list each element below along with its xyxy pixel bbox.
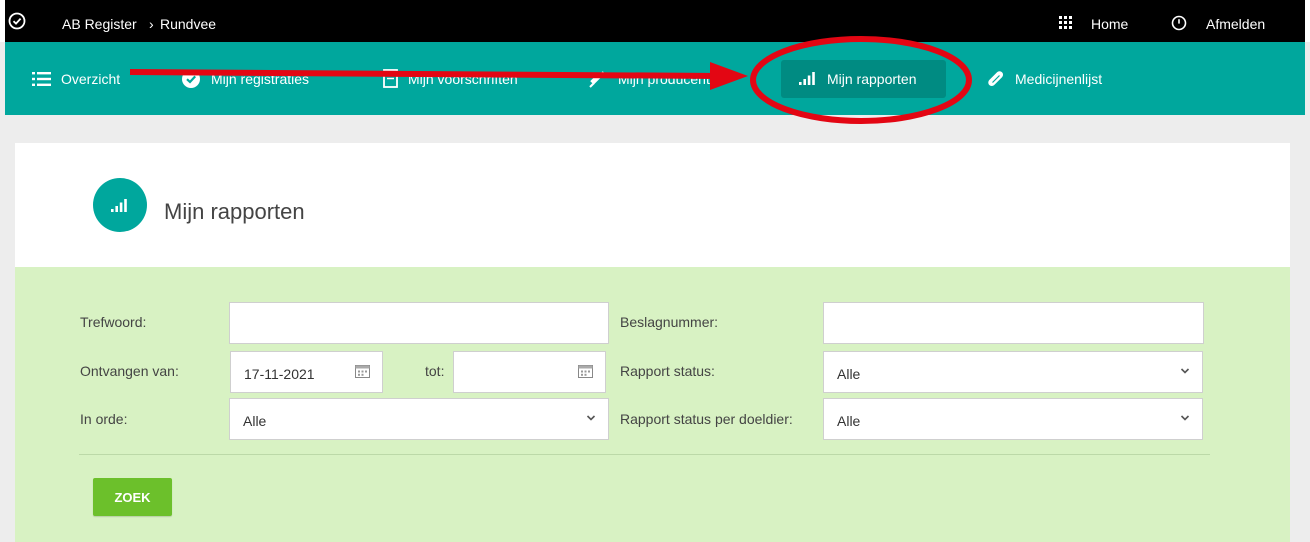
nav-item-medicijnenlijst[interactable]: Medicijnenlijst — [987, 42, 1102, 115]
tot-date-input[interactable] — [453, 351, 606, 393]
power-icon[interactable] — [1171, 15, 1187, 36]
pill-icon — [987, 70, 1005, 88]
form-divider — [79, 454, 1210, 455]
search-button[interactable]: ZOEK — [93, 478, 172, 516]
chevron-down-icon — [586, 410, 596, 429]
in-orde-label: In orde: — [80, 411, 128, 427]
list-icon — [32, 71, 51, 86]
rapport-status-select[interactable]: Alle — [823, 351, 1203, 393]
rapport-status-doeldier-select[interactable]: Alle — [823, 398, 1203, 440]
rapport-status-doeldier-value: Alle — [837, 413, 861, 429]
chevron-down-icon — [1180, 410, 1190, 429]
beslagnummer-input[interactable] — [823, 302, 1204, 344]
ontvangen-van-date-input[interactable]: 17-11-2021 — [230, 351, 383, 393]
nav-item-label: Medicijnenlijst — [1015, 70, 1103, 87]
breadcrumb-separator: › — [149, 16, 154, 32]
calendar-icon[interactable] — [578, 364, 593, 381]
nav-item-overzicht[interactable]: Overzicht — [32, 42, 120, 115]
nav-item-label: Mijn voorschriften — [408, 70, 518, 87]
check-circle-icon — [8, 12, 26, 35]
main-nav: Overzicht Mijn registraties Mijn voorsch… — [5, 42, 1305, 115]
calendar-icon[interactable] — [355, 364, 370, 381]
trefwoord-input[interactable] — [229, 302, 609, 344]
nav-item-label: Mijn registraties — [211, 70, 310, 87]
nav-item-label: Mijn rapporten — [827, 70, 917, 87]
card-header: Mijn rapporten — [15, 143, 1290, 267]
logout-link[interactable]: Afmelden — [1206, 0, 1265, 42]
in-orde-select[interactable]: Alle — [229, 398, 609, 440]
nav-item-label: Overzicht — [61, 70, 121, 87]
nav-item-label: Mijn producenten — [618, 70, 726, 87]
reports-circle-icon — [93, 178, 147, 232]
rapport-status-doeldier-label: Rapport status per doeldier: — [620, 411, 793, 427]
document-icon — [383, 69, 398, 88]
ontvangen-van-label: Ontvangen van: — [80, 363, 179, 379]
chevron-down-icon — [1180, 363, 1190, 382]
rapport-status-value: Alle — [837, 366, 861, 382]
page-title: Mijn rapporten — [164, 199, 305, 224]
ontvangen-van-value: 17-11-2021 — [244, 366, 315, 382]
top-bar: AB Register › Rundvee Home Afmelden — [0, 0, 1310, 42]
bar-signal-icon — [799, 72, 817, 85]
nav-item-producenten[interactable]: Mijn producenten — [588, 42, 725, 115]
trefwoord-label: Trefwoord: — [80, 314, 147, 330]
syringe-icon — [588, 69, 608, 89]
beslagnummer-label: Beslagnummer: — [620, 314, 719, 330]
home-link[interactable]: Home — [1091, 0, 1128, 42]
breadcrumb-root[interactable]: AB Register — [62, 0, 137, 42]
grid-icon[interactable] — [1059, 16, 1073, 34]
nav-item-registraties[interactable]: Mijn registraties — [181, 42, 309, 115]
breadcrumb-current: Rundvee — [160, 16, 217, 32]
check-circle-icon — [181, 69, 201, 89]
nav-item-voorschriften[interactable]: Mijn voorschriften — [383, 42, 518, 115]
in-orde-value: Alle — [243, 413, 267, 429]
nav-item-rapporten[interactable]: Mijn rapporten — [799, 42, 917, 115]
rapport-status-label: Rapport status: — [620, 363, 715, 379]
tot-label: tot: — [425, 363, 445, 379]
